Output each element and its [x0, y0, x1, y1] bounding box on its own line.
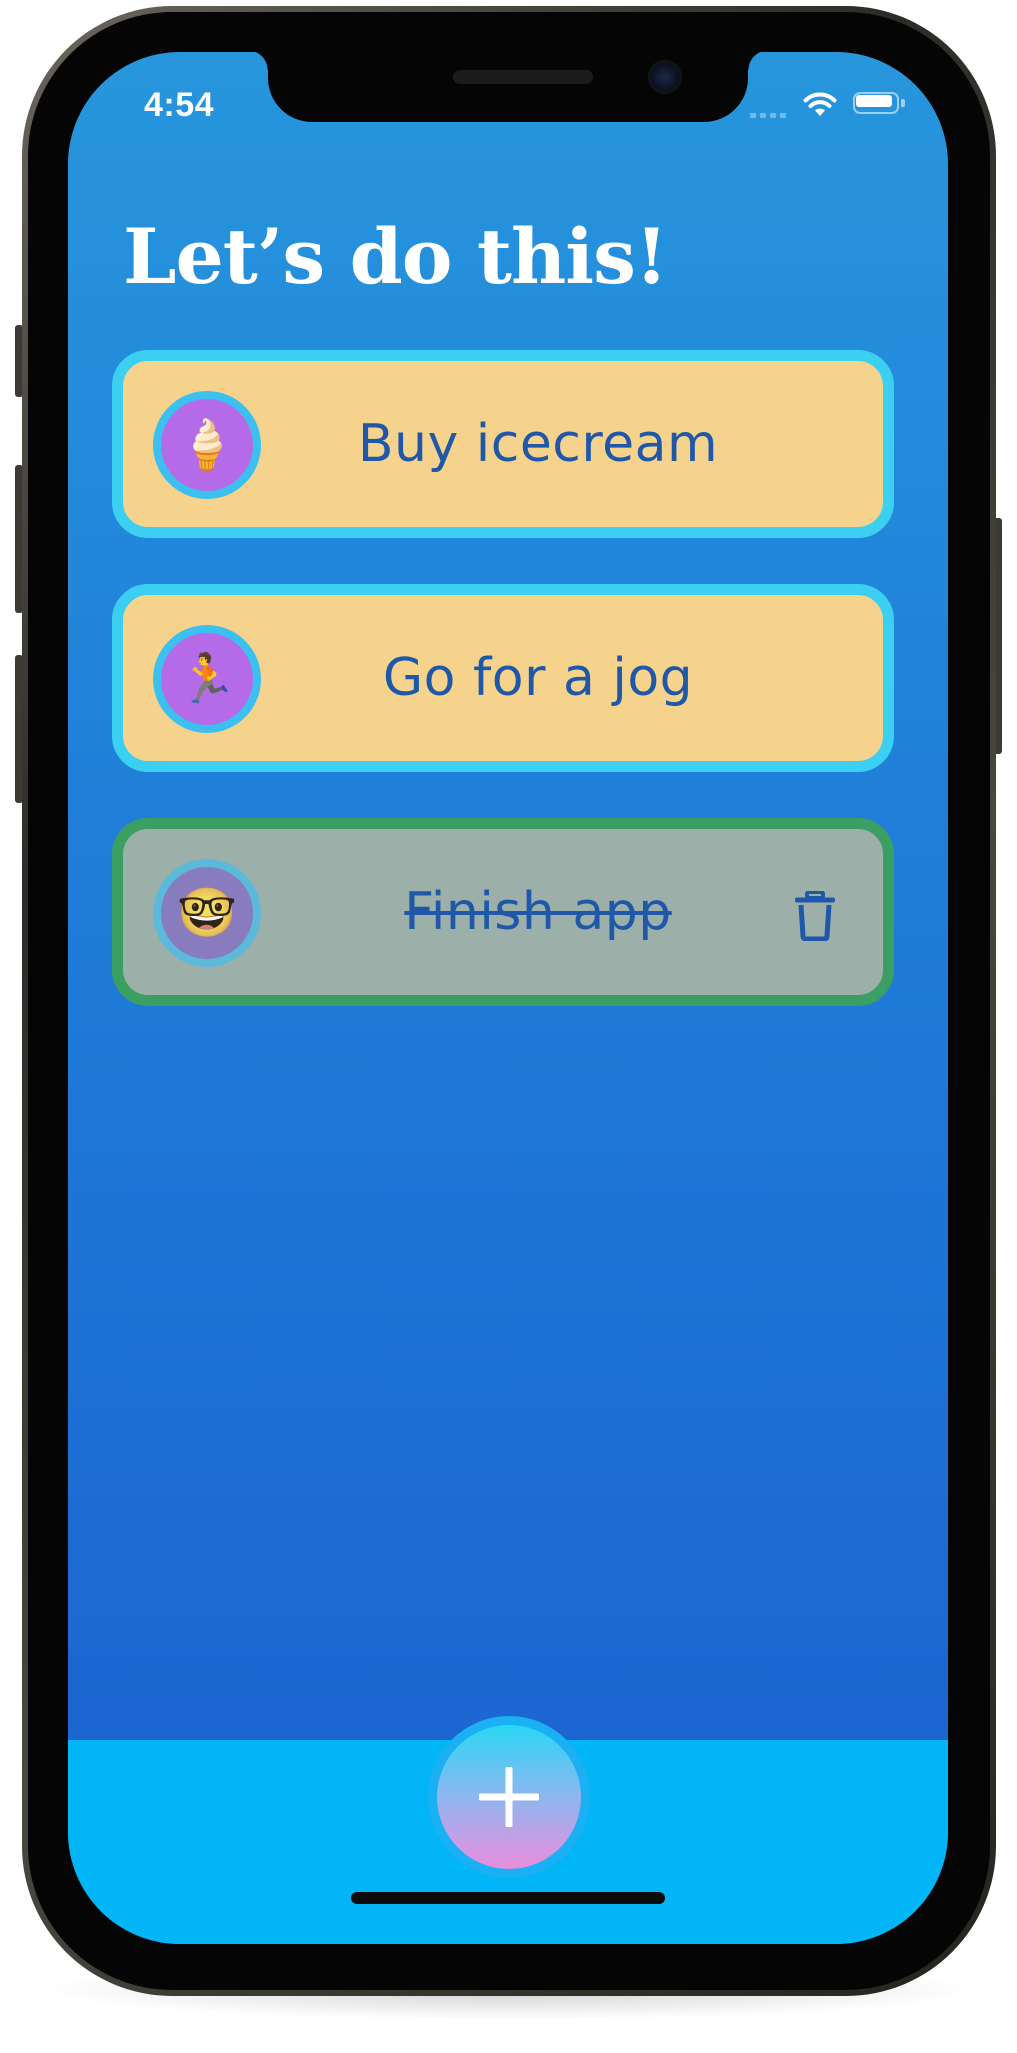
wifi-icon — [803, 92, 837, 116]
front-camera — [648, 60, 682, 94]
earpiece-speaker — [453, 70, 593, 84]
nerd-face-emoji-icon: 🤓 — [153, 859, 261, 967]
task-card-buy-icecream[interactable]: 🍦 Buy icecream — [112, 350, 894, 538]
task-label: Go for a jog — [382, 648, 694, 708]
home-indicator[interactable] — [351, 1892, 665, 1904]
icecream-emoji-icon: 🍦 — [153, 391, 261, 499]
plus-icon — [479, 1767, 539, 1827]
add-task-button[interactable] — [437, 1725, 581, 1869]
app-screen: 4:54 Let’s do this! 🍦 Buy icecream 🏃 Go … — [68, 52, 948, 1944]
task-card-go-for-a-jog[interactable]: 🏃 Go for a jog — [112, 584, 894, 772]
notch — [248, 52, 768, 122]
page-title: Let’s do this! — [123, 212, 668, 301]
cellular-signal-icon — [750, 110, 790, 118]
trash-icon[interactable] — [795, 891, 835, 941]
battery-icon — [853, 92, 905, 116]
task-label-completed: Finish app — [404, 882, 672, 942]
task-card-finish-app[interactable]: 🤓 Finish app — [112, 818, 894, 1006]
runner-emoji-icon: 🏃 — [153, 625, 261, 733]
status-time: 4:54 — [144, 86, 215, 124]
task-label: Buy icecream — [357, 414, 719, 474]
